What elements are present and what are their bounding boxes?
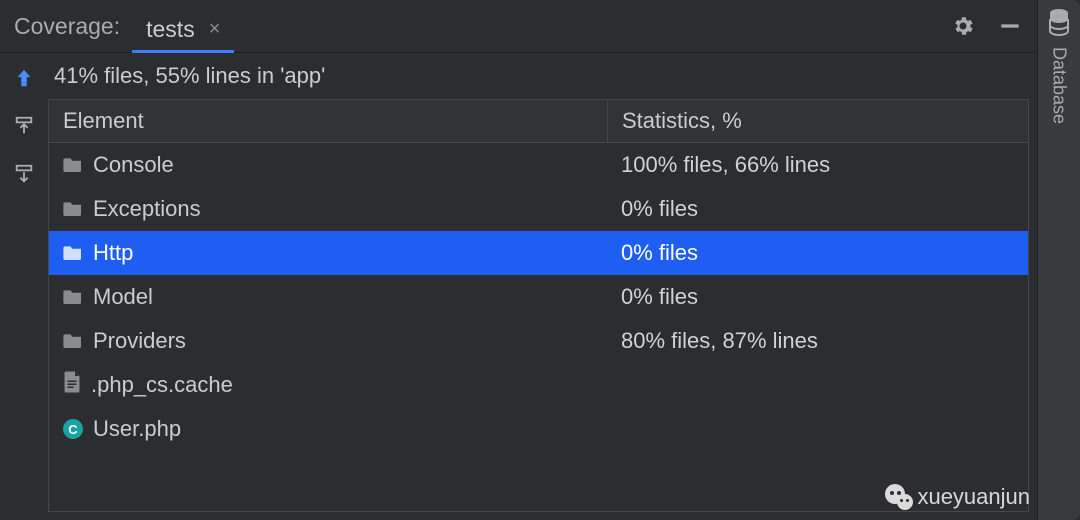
export-icon[interactable]	[13, 115, 35, 137]
table-row[interactable]: C User.php	[49, 407, 1028, 451]
coverage-header: Coverage: tests ×	[0, 0, 1037, 53]
database-tool-tab[interactable]: Database	[1037, 0, 1080, 520]
col-statistics[interactable]: Statistics, %	[608, 100, 1028, 142]
close-icon[interactable]: ×	[209, 18, 221, 41]
row-stats: 0% files	[607, 240, 1028, 266]
class-badge-icon: C	[63, 419, 83, 439]
file-icon	[63, 371, 81, 399]
flatten-up-icon[interactable]	[13, 67, 35, 89]
row-stats: 0% files	[607, 284, 1028, 310]
row-name: Http	[93, 240, 133, 266]
coverage-summary: 41% files, 55% lines in 'app'	[48, 53, 1029, 99]
folder-icon	[63, 196, 83, 222]
table-row[interactable]: Exceptions 0% files	[49, 187, 1028, 231]
minimize-icon[interactable]	[997, 13, 1023, 39]
row-name: Model	[93, 284, 153, 310]
folder-icon	[63, 284, 83, 310]
row-name: User.php	[93, 416, 181, 442]
import-icon[interactable]	[13, 163, 35, 185]
row-name: Exceptions	[93, 196, 201, 222]
left-toolbar	[0, 53, 48, 520]
wechat-icon	[885, 484, 911, 510]
col-element[interactable]: Element	[49, 100, 608, 142]
folder-icon	[63, 240, 83, 266]
row-name: Providers	[93, 328, 186, 354]
row-name: .php_cs.cache	[91, 372, 233, 398]
row-stats: 0% files	[607, 196, 1028, 222]
table-row[interactable]: Console 100% files, 66% lines	[49, 143, 1028, 187]
tab-tests[interactable]: tests ×	[132, 10, 234, 53]
panel-title: Coverage:	[14, 13, 120, 40]
database-tab-label: Database	[1049, 47, 1070, 124]
folder-icon	[63, 152, 83, 178]
gear-icon[interactable]	[951, 14, 975, 38]
watermark-text: xueyuanjun	[917, 484, 1030, 510]
row-stats: 100% files, 66% lines	[607, 152, 1028, 178]
table-row[interactable]: Model 0% files	[49, 275, 1028, 319]
table-row[interactable]: .php_cs.cache	[49, 363, 1028, 407]
table-row[interactable]: Providers 80% files, 87% lines	[49, 319, 1028, 363]
row-name: Console	[93, 152, 174, 178]
table-row[interactable]: Http 0% files	[49, 231, 1028, 275]
table-header: Element Statistics, %	[49, 100, 1028, 143]
class-icon: C	[63, 419, 83, 439]
watermark: xueyuanjun	[885, 484, 1030, 510]
folder-icon	[63, 328, 83, 354]
database-icon	[1047, 8, 1071, 41]
row-stats: 80% files, 87% lines	[607, 328, 1028, 354]
tab-label: tests	[146, 16, 195, 43]
coverage-table: Element Statistics, % Console 100% files,…	[48, 99, 1029, 512]
